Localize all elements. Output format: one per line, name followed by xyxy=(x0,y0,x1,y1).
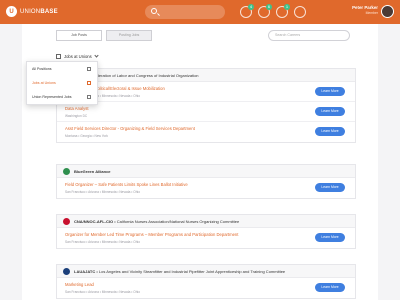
org-name: BlueGreen Alliance xyxy=(74,168,111,174)
org-name: LAUAJATC xyxy=(74,268,96,274)
global-search[interactable] xyxy=(145,5,225,19)
learn-more-button[interactable]: Learn More xyxy=(315,183,345,192)
org-header: LAUAJATC • Los Angeles and Vicinity Stea… xyxy=(57,265,355,278)
building-icon xyxy=(87,81,91,85)
tab-bar: Job Posts Posting Jobs xyxy=(56,30,152,41)
menu-item-label: Union Represented Jobs xyxy=(32,95,72,99)
jobs-filter-menu: All Positions Jobs at Unions Union Repre… xyxy=(26,61,98,105)
notification-badge: 6 xyxy=(266,4,272,10)
menu-item-label: All Positions xyxy=(32,67,52,71)
job-locations: San Francisco • Arizona • Minnesota • Ne… xyxy=(65,190,140,194)
career-search-input[interactable]: Search Careers xyxy=(268,30,350,41)
org-card: CNA/NNOC-AFL-CIO • California Nurses Ass… xyxy=(56,214,356,249)
learn-more-button[interactable]: Learn More xyxy=(315,87,345,96)
logo-text-part2: BASE xyxy=(40,8,58,15)
learn-more-button[interactable]: Learn More xyxy=(315,233,345,242)
org-card: LAUAJATC • Los Angeles and Vicinity Stea… xyxy=(56,264,356,299)
menu-item-jobs-at-unions[interactable]: Jobs at Unions xyxy=(27,76,97,90)
org-logo xyxy=(63,267,70,275)
org-header: American Federation of Labor and Congres… xyxy=(57,69,355,82)
tab-posting-jobs[interactable]: Posting Jobs xyxy=(106,30,152,41)
logo-text: UNIONBASE xyxy=(20,9,58,15)
job-row: Marketing Lead San Francisco • Arizona •… xyxy=(57,278,355,298)
job-locations: San Francisco • Arizona • Minnesota • Ne… xyxy=(65,290,140,294)
menu-item-label: Jobs at Unions xyxy=(32,81,56,85)
chat-icon[interactable]: 6 xyxy=(258,4,272,18)
job-locations: Washington DC xyxy=(65,114,88,118)
job-row: Organizer for Member Led Time Programs –… xyxy=(57,228,355,248)
job-row: Field Organizer – Safe Patients Limits S… xyxy=(57,178,355,198)
chevron-down-icon xyxy=(94,53,99,58)
org-card: American Federation of Labor and Congres… xyxy=(56,68,356,143)
org-header: CNA/NNOC-AFL-CIO • California Nurses Ass… xyxy=(57,215,355,228)
job-title-link[interactable]: Field Organizer – Safe Patients Limits S… xyxy=(65,182,355,187)
learn-more-button[interactable]: Learn More xyxy=(315,283,345,292)
top-header: U UNIONBASE 4 6 1 Peter Parker Member xyxy=(0,0,400,24)
job-title-link[interactable]: Data Analyst xyxy=(65,106,355,111)
job-title-link[interactable]: Organizer for Member Led Time Programs –… xyxy=(65,232,355,237)
job-row: Asst Field Services Director - Organizin… xyxy=(57,122,355,142)
org-fullname: • California Nurses Association/National… xyxy=(113,218,240,224)
job-title-link[interactable]: Marketing Lead xyxy=(65,282,355,287)
filter-label: Jobs at Unions xyxy=(64,54,92,59)
job-row: Field Director – Political/Electoral & I… xyxy=(57,82,355,102)
learn-more-button[interactable]: Learn More xyxy=(315,127,345,136)
job-locations: Montana • Georgia • New York xyxy=(65,134,108,138)
org-name-line: CNA/NNOC-AFL-CIO • California Nurses Ass… xyxy=(74,219,239,224)
learn-more-button[interactable]: Learn More xyxy=(315,107,345,116)
org-card: BlueGreen Alliance Field Organizer – Saf… xyxy=(56,164,356,199)
menu-item-union-represented-jobs[interactable]: Union Represented Jobs xyxy=(27,90,97,104)
menu-item-all-positions[interactable]: All Positions xyxy=(27,62,97,76)
user-name: Peter Parker xyxy=(352,5,378,10)
org-name: CNA/NNOC-AFL-CIO xyxy=(74,218,114,224)
org-logo xyxy=(63,217,70,225)
org-header: BlueGreen Alliance xyxy=(57,165,355,178)
logo-mark: U xyxy=(6,6,17,17)
job-row: Data Analyst Washington DC Learn More xyxy=(57,102,355,122)
org-name-line: LAUAJATC • Los Angeles and Vicinity Stea… xyxy=(74,269,285,274)
grid-icon xyxy=(87,67,91,71)
search-icon xyxy=(151,8,157,14)
job-title-link[interactable]: Field Director – Political/Electoral & I… xyxy=(65,86,355,91)
org-logo xyxy=(63,167,70,175)
logo[interactable]: U UNIONBASE xyxy=(6,6,58,17)
job-locations: San Francisco • Arizona • Minnesota • Ne… xyxy=(65,94,140,98)
tab-job-posts[interactable]: Job Posts xyxy=(56,30,102,41)
notification-badge: 4 xyxy=(248,4,254,10)
user-info[interactable]: Peter Parker Member xyxy=(352,5,378,15)
logo-text-part1: UNION xyxy=(20,8,41,15)
user-subtitle: Member xyxy=(365,11,378,15)
notification-badge: 1 xyxy=(284,4,290,10)
grid-icon xyxy=(56,54,61,59)
avatar[interactable] xyxy=(381,5,394,18)
bell-icon[interactable]: 1 xyxy=(276,4,290,18)
settings-icon[interactable] xyxy=(294,6,306,18)
briefcase-icon[interactable]: 4 xyxy=(240,4,254,18)
org-fullname: • Los Angeles and Vicinity Steamfitter a… xyxy=(95,268,286,274)
job-locations: San Francisco • Arizona • Minnesota • Ne… xyxy=(65,240,140,244)
truck-icon xyxy=(87,95,91,99)
job-title-link[interactable]: Asst Field Services Director - Organizin… xyxy=(65,126,355,131)
jobs-filter-dropdown[interactable]: Jobs at Unions xyxy=(56,53,99,59)
